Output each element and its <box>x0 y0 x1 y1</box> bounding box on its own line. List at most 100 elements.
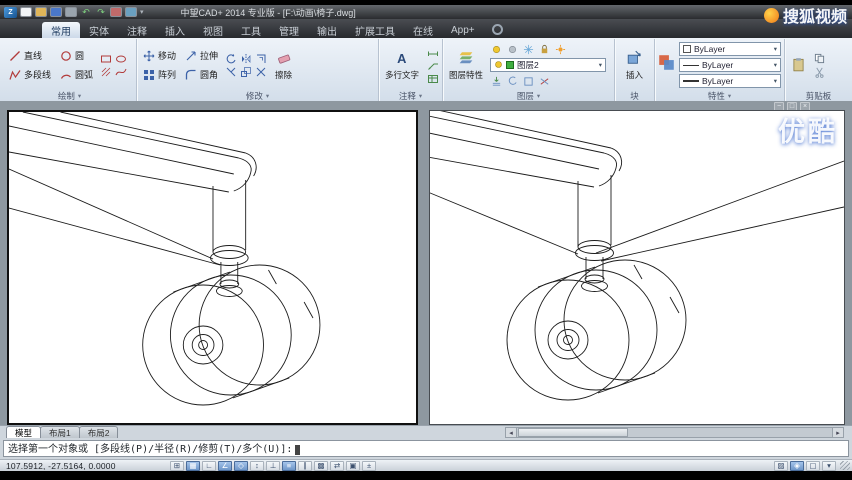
trim-icon[interactable] <box>224 66 237 78</box>
ucs-toggle[interactable]: ⊥ <box>266 460 280 471</box>
model-space-toggle[interactable]: ▣ <box>346 460 360 471</box>
ellipse-icon[interactable] <box>114 53 127 65</box>
lineweight-select[interactable]: ByLayer ▾ <box>679 74 781 88</box>
rectangle-icon[interactable] <box>99 53 112 65</box>
lineweight-toggle[interactable]: ∥ <box>298 460 312 471</box>
panel-label-layer[interactable]: 图层 ▾ <box>446 90 611 101</box>
otrack-toggle[interactable]: ↕ <box>250 460 264 471</box>
snap-toggle[interactable]: ⊞ <box>170 460 184 471</box>
tab-model[interactable]: 模型 <box>6 426 42 438</box>
layer-isolate-icon[interactable] <box>522 75 535 87</box>
layer-select[interactable]: 图层2 ▾ <box>490 58 607 72</box>
scroll-right-icon[interactable]: ▸ <box>832 428 843 437</box>
workspace-icon[interactable]: ▨ <box>774 460 788 471</box>
horizontal-scrollbar[interactable]: ◂ ▸ <box>505 427 844 438</box>
view-icon[interactable] <box>125 7 137 17</box>
panel-label-annotate[interactable]: 注释 ▾ <box>382 90 439 101</box>
explode-icon[interactable] <box>254 66 267 78</box>
ortho-toggle[interactable]: ∟ <box>202 460 216 471</box>
plot-icon[interactable] <box>65 7 77 17</box>
make-current-icon[interactable] <box>490 75 503 87</box>
mirror-icon[interactable] <box>239 53 252 65</box>
tab-output[interactable]: 输出 <box>308 22 346 38</box>
new-file-icon[interactable] <box>20 7 32 17</box>
layer-match-icon[interactable] <box>538 75 551 87</box>
layer-lock-icon[interactable] <box>538 43 551 55</box>
tab-layout2[interactable]: 布局2 <box>78 426 119 438</box>
mtext-button[interactable]: A 多行文字 <box>382 49 422 82</box>
array-button[interactable]: 阵列 <box>140 66 178 83</box>
command-input[interactable]: 选择第一个对象或 [多段线(P)/半径(R)/修剪(T)/多个(U)]: <box>3 440 849 457</box>
linetype-select[interactable]: ByLayer ▾ <box>679 58 781 72</box>
display-lock-icon[interactable]: ◈ <box>790 460 804 471</box>
redline-icon[interactable] <box>110 7 122 17</box>
online-status-icon[interactable] <box>491 24 503 35</box>
status-menu-icon[interactable]: ▾ <box>822 460 836 471</box>
tab-express[interactable]: 扩展工具 <box>346 22 404 38</box>
resize-grip[interactable] <box>840 461 850 470</box>
tab-online[interactable]: 在线 <box>404 22 442 38</box>
app-logo-icon[interactable]: Z <box>4 6 17 18</box>
tab-tools[interactable]: 工具 <box>232 22 270 38</box>
hatch-icon[interactable] <box>99 66 112 78</box>
viewport-right[interactable] <box>429 110 845 425</box>
drawing-area[interactable]: − □ × <box>0 101 852 425</box>
tab-manage[interactable]: 管理 <box>270 22 308 38</box>
layer-sun-icon[interactable] <box>554 43 567 55</box>
properties-icon[interactable] <box>658 54 675 76</box>
tab-solid[interactable]: 实体 <box>80 22 118 38</box>
polyline-button[interactable]: 多段线 <box>6 66 53 83</box>
scale-icon[interactable] <box>239 66 252 78</box>
layer-on-icon[interactable] <box>490 43 503 55</box>
layer-properties-button[interactable]: 图层特性 <box>446 49 486 82</box>
transparency-toggle[interactable]: ▩ <box>314 460 328 471</box>
leader-icon[interactable] <box>426 59 439 71</box>
scroll-left-icon[interactable]: ◂ <box>506 428 517 437</box>
osnap-toggle[interactable]: ◇ <box>234 460 248 471</box>
copy-clip-icon[interactable] <box>813 52 826 64</box>
erase-button[interactable]: 擦除 <box>272 49 295 82</box>
spline-icon[interactable] <box>114 66 127 78</box>
grid-toggle[interactable]: ▦ <box>186 460 200 471</box>
table-icon[interactable] <box>426 73 439 85</box>
panel-label-clipboard[interactable]: 剪贴板 <box>788 90 849 101</box>
annotation-scale-toggle[interactable]: ± <box>362 460 376 471</box>
tab-annotate[interactable]: 注释 <box>118 22 156 38</box>
viewport-left[interactable] <box>7 110 418 425</box>
panel-label-draw[interactable]: 绘制 ▾ <box>6 90 133 101</box>
insert-block-button[interactable]: 插入 <box>623 49 646 82</box>
tab-insert[interactable]: 插入 <box>156 22 194 38</box>
dyn-toggle[interactable]: ≡ <box>282 460 296 471</box>
fillet-button[interactable]: 圆角 <box>182 66 220 83</box>
move-button[interactable]: 移动 <box>140 47 178 64</box>
save-icon[interactable] <box>50 7 62 17</box>
stretch-button[interactable]: 拉伸 <box>182 47 220 64</box>
layer-prev-icon[interactable] <box>506 75 519 87</box>
linear-dim-icon[interactable] <box>426 45 439 57</box>
cycle-toggle[interactable]: ⇄ <box>330 460 344 471</box>
scrollbar-thumb[interactable] <box>518 428 628 437</box>
rotate-icon[interactable] <box>224 53 237 65</box>
tab-home[interactable]: 常用 <box>42 22 80 38</box>
cut-icon[interactable] <box>813 66 826 78</box>
undo-icon[interactable]: ↶ <box>80 7 92 17</box>
open-file-icon[interactable] <box>35 7 47 17</box>
redo-icon[interactable]: ↷ <box>95 7 107 17</box>
clean-screen-icon[interactable]: ▢ <box>806 460 820 471</box>
polar-toggle[interactable]: ∠ <box>218 460 232 471</box>
panel-label-modify[interactable]: 修改 ▾ <box>140 90 375 101</box>
layer-freeze-icon[interactable] <box>522 43 535 55</box>
tab-view[interactable]: 视图 <box>194 22 232 38</box>
panel-label-properties[interactable]: 特性 ▾ <box>658 90 781 101</box>
panel-label-block[interactable]: 块 <box>618 90 651 101</box>
layer-off-icon[interactable] <box>506 43 519 55</box>
line-button[interactable]: 直线 <box>6 47 53 64</box>
qat-dropdown-icon[interactable]: ▾ <box>140 8 144 16</box>
tab-app-plus[interactable]: App+ <box>442 22 484 38</box>
color-select[interactable]: ByLayer ▾ <box>679 42 781 56</box>
paste-button[interactable] <box>788 56 809 75</box>
circle-button[interactable]: 圆 <box>57 47 95 64</box>
arc-button[interactable]: 圆弧 <box>57 66 95 83</box>
offset-icon[interactable] <box>254 53 267 65</box>
tab-layout1[interactable]: 布局1 <box>40 426 80 438</box>
